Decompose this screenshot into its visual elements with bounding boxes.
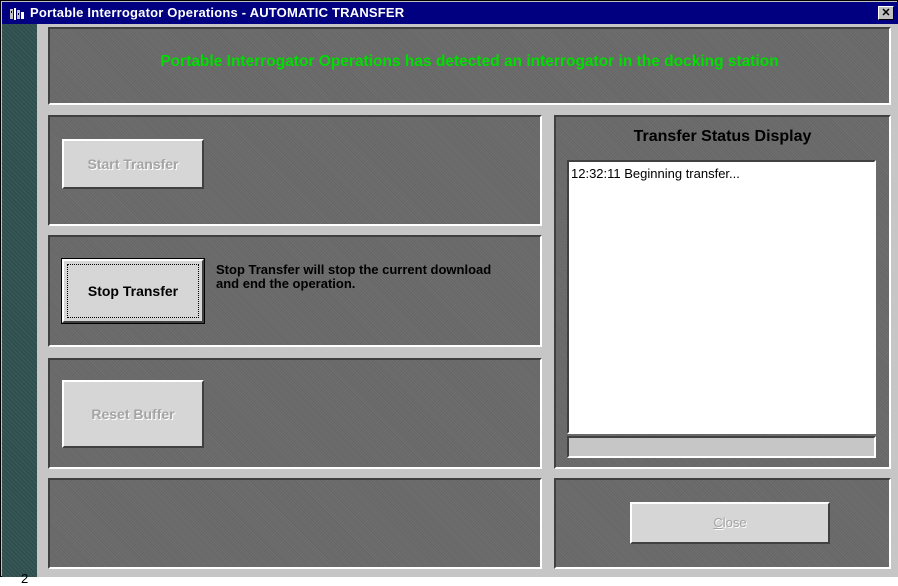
side-strip: 2 (2, 24, 37, 586)
empty-panel (48, 478, 542, 569)
focus-rectangle (67, 264, 199, 318)
start-transfer-button[interactable]: Start Transfer (62, 139, 204, 189)
reset-buffer-panel: Reset Buffer (48, 358, 542, 469)
close-mnemonic: C (713, 515, 723, 530)
stop-transfer-button[interactable]: Stop Transfer (61, 258, 205, 324)
stop-transfer-description: Stop Transfer will stop the current down… (216, 262, 492, 291)
window-close-button[interactable]: ✕ (878, 6, 894, 20)
close-button[interactable]: Close (630, 502, 830, 544)
title-bar[interactable]: Portable Interrogator Operations - AUTOM… (2, 2, 898, 24)
log-line: 12:32:11 Beginning transfer... (571, 166, 740, 181)
progress-bar (567, 436, 876, 458)
app-window: Portable Interrogator Operations - AUTOM… (0, 0, 898, 586)
strip-number: 2 (21, 571, 29, 586)
status-log[interactable]: 12:32:11 Beginning transfer... (567, 160, 876, 434)
close-panel: Close (554, 478, 891, 569)
transfer-status-panel: Transfer Status Display 12:32:11 Beginni… (554, 115, 891, 469)
start-transfer-panel: Start Transfer (48, 115, 542, 226)
reset-buffer-button[interactable]: Reset Buffer (62, 380, 204, 448)
stop-transfer-panel: Stop Transfer Stop Transfer will stop th… (48, 235, 542, 347)
detection-message: Portable Interrogator Operations has det… (160, 53, 779, 70)
window-title: Portable Interrogator Operations - AUTOM… (30, 5, 405, 20)
detection-banner: Portable Interrogator Operations has det… (48, 27, 891, 105)
close-label-rest: lose (722, 515, 747, 530)
close-icon: ✕ (881, 7, 891, 19)
app-icon (9, 7, 25, 21)
status-title: Transfer Status Display (633, 128, 812, 145)
